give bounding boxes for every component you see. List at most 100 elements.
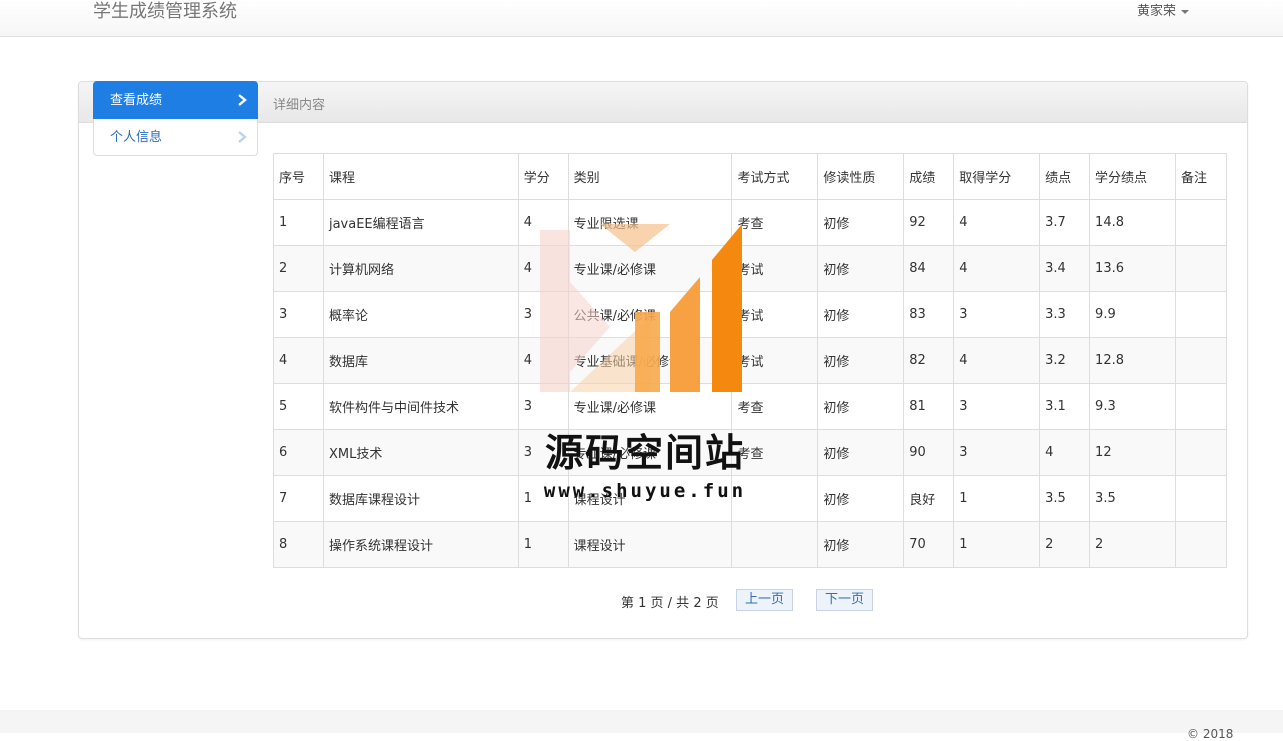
- cell-index: 4: [273, 337, 324, 384]
- col-header-category: 类别: [567, 153, 733, 200]
- cell-study-type: 初修: [817, 199, 905, 246]
- cell-study-type: 初修: [817, 383, 905, 430]
- cell-course: 数据库课程设计: [322, 475, 519, 522]
- cell-category: 专业课/必修课: [567, 245, 733, 292]
- cell-exam-type: [731, 475, 819, 522]
- cell-score: 90: [903, 429, 955, 476]
- cell-course: 计算机网络: [322, 245, 519, 292]
- cell-index: 1: [273, 199, 324, 246]
- cell-study-type: 初修: [817, 337, 905, 384]
- cell-gpa: 3.5: [1039, 475, 1091, 522]
- cell-credit: 1: [517, 521, 569, 568]
- cell-category: 公共课/必修课: [567, 291, 733, 338]
- panel-title: 详细内容: [273, 98, 326, 113]
- user-menu-dropdown[interactable]: 黄家荣: [1137, 3, 1190, 21]
- chevron-right-icon: [238, 131, 247, 143]
- footer: © 2018: [0, 710, 1283, 741]
- cell-credit-gpa: 13.6: [1089, 245, 1176, 292]
- col-header-index: 序号: [273, 153, 324, 200]
- sidebar-nav: 查看成绩 个人信息: [93, 81, 258, 156]
- table-row: 3 概率论 3 公共课/必修课 考试 初修 83 3 3.3 9.9: [273, 291, 1228, 338]
- cell-exam-type: 考试: [731, 291, 819, 338]
- cell-category: 课程设计: [567, 475, 733, 522]
- table-row: 6 XML技术 3 专业课/必修课 考查 初修 90 3 4 12: [273, 429, 1228, 476]
- sidebar-item-label: 查看成绩: [110, 93, 163, 108]
- cell-credit: 3: [517, 429, 569, 476]
- cell-credit: 3: [517, 291, 569, 338]
- sidebar-item-view-grades[interactable]: 查看成绩: [93, 81, 258, 119]
- table-header-row: 序号 课程 学分 类别 考试方式 修读性质 成绩 取得学分 绩点 学分绩点 备注: [273, 153, 1228, 200]
- cell-score: 良好: [903, 475, 955, 522]
- page-info: 第 1 页 / 共 2 页: [621, 596, 719, 611]
- cell-gpa: 4: [1039, 429, 1091, 476]
- table-row: 2 计算机网络 4 专业课/必修课 考试 初修 84 4 3.4 13.6: [273, 245, 1228, 292]
- cell-score: 84: [903, 245, 955, 292]
- sidebar-item-label: 个人信息: [110, 130, 163, 145]
- cell-score: 70: [903, 521, 955, 568]
- col-header-credit-gpa: 学分绩点: [1089, 153, 1176, 200]
- next-page-button[interactable]: 下一页: [816, 589, 874, 611]
- cell-credit-gpa: 12: [1089, 429, 1176, 476]
- cell-gpa: 3.7: [1039, 199, 1091, 246]
- cell-credit: 3: [517, 383, 569, 430]
- table-body: 1 javaEE编程语言 4 专业限选课 考查 初修 92 4 3.7 14.8 2 计算机网络 4 专业…: [273, 199, 1228, 568]
- cell-exam-type: 考查: [731, 383, 819, 430]
- col-header-course: 课程: [322, 153, 519, 200]
- sidebar-item-personal-info[interactable]: 个人信息: [93, 119, 258, 156]
- grades-table: 序号 课程 学分 类别 考试方式 修读性质 成绩 取得学分 绩点 学分绩点 备注…: [273, 153, 1228, 568]
- cell-credit-gpa: 14.8: [1089, 199, 1176, 246]
- cell-earned-credit: 4: [953, 199, 1041, 246]
- cell-course: 数据库: [322, 337, 519, 384]
- cell-study-type: 初修: [817, 245, 905, 292]
- cell-exam-type: 考试: [731, 245, 819, 292]
- cell-earned-credit: 1: [953, 521, 1041, 568]
- cell-index: 6: [273, 429, 324, 476]
- cell-course: 软件构件与中间件技术: [322, 383, 519, 430]
- cell-category: 专业课/必修课: [567, 383, 733, 430]
- cell-earned-credit: 4: [953, 245, 1041, 292]
- col-header-earned-credit: 取得学分: [953, 153, 1041, 200]
- cell-study-type: 初修: [817, 521, 905, 568]
- cell-earned-credit: 4: [953, 337, 1041, 384]
- cell-earned-credit: 1: [953, 475, 1041, 522]
- cell-index: 7: [273, 475, 324, 522]
- cell-remark: [1174, 383, 1228, 430]
- cell-exam-type: 考查: [731, 429, 819, 476]
- cell-credit: 4: [517, 245, 569, 292]
- cell-category: 课程设计: [567, 521, 733, 568]
- cell-credit: 1: [517, 475, 569, 522]
- cell-exam-type: 考试: [731, 337, 819, 384]
- cell-index: 5: [273, 383, 324, 430]
- table-row: 4 数据库 4 专业基础课/必修课 考试 初修 82 4 3.2 12.8: [273, 337, 1228, 384]
- cell-gpa: 2: [1039, 521, 1091, 568]
- cell-earned-credit: 3: [953, 429, 1041, 476]
- cell-remark: [1174, 337, 1228, 384]
- cell-study-type: 初修: [817, 475, 905, 522]
- cell-gpa: 3.1: [1039, 383, 1091, 430]
- cell-credit-gpa: 9.3: [1089, 383, 1176, 430]
- cell-gpa: 3.3: [1039, 291, 1091, 338]
- cell-earned-credit: 3: [953, 291, 1041, 338]
- col-header-gpa: 绩点: [1039, 153, 1091, 200]
- app-brand[interactable]: 学生成绩管理系统: [93, 1, 237, 23]
- table-row: 5 软件构件与中间件技术 3 专业课/必修课 考查 初修 81 3 3.1 9.3: [273, 383, 1228, 430]
- cell-exam-type: [731, 521, 819, 568]
- col-header-exam-type: 考试方式: [731, 153, 819, 200]
- cell-course: XML技术: [322, 429, 519, 476]
- cell-credit: 4: [517, 199, 569, 246]
- cell-score: 82: [903, 337, 955, 384]
- prev-page-button[interactable]: 上一页: [736, 589, 794, 611]
- cell-remark: [1174, 245, 1228, 292]
- cell-score: 81: [903, 383, 955, 430]
- cell-category: 专业限选课: [567, 199, 733, 246]
- cell-gpa: 3.2: [1039, 337, 1091, 384]
- cell-course: javaEE编程语言: [322, 199, 519, 246]
- cell-score: 92: [903, 199, 955, 246]
- col-header-credit: 学分: [517, 153, 569, 200]
- cell-course: 概率论: [322, 291, 519, 338]
- table-row: 8 操作系统课程设计 1 课程设计 初修 70 1 2 2: [273, 521, 1228, 568]
- col-header-remark: 备注: [1174, 153, 1228, 200]
- footer-copyright: © 2018: [1187, 727, 1234, 741]
- cell-index: 8: [273, 521, 324, 568]
- cell-study-type: 初修: [817, 291, 905, 338]
